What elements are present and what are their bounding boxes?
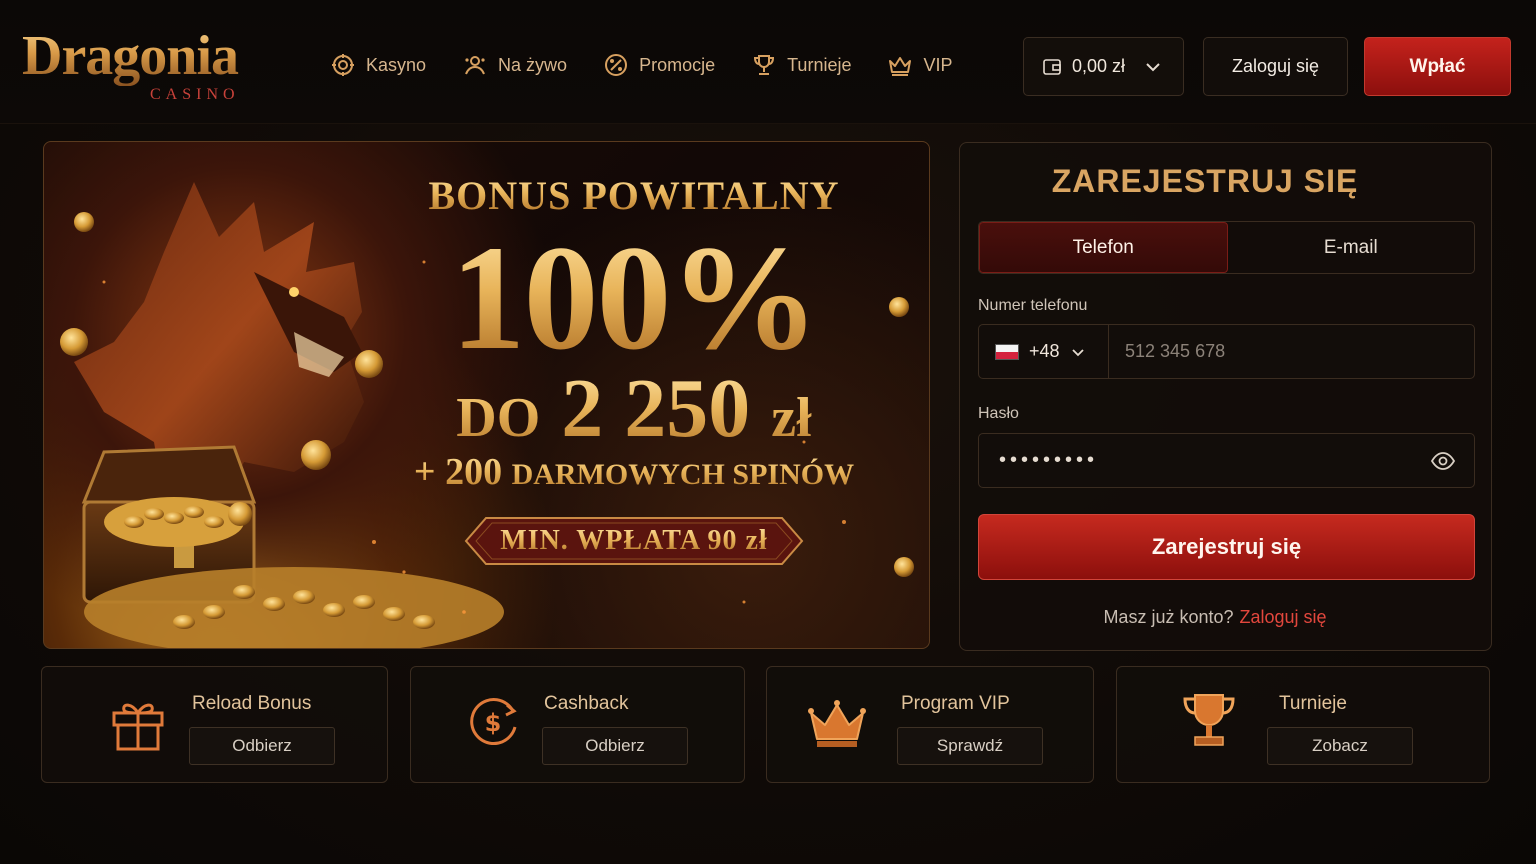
promo-card-reload[interactable]: Reload Bonus Odbierz [41, 666, 388, 783]
crown-icon [889, 57, 912, 76]
password-input[interactable] [979, 449, 1430, 472]
promo-card-vip[interactable]: Program VIP Sprawdź [766, 666, 1094, 783]
login-button[interactable]: Zaloguj się [1203, 37, 1348, 96]
promo-card-tournaments[interactable]: Turnieje Zobacz [1116, 666, 1490, 783]
crown-icon [808, 700, 866, 747]
check-button[interactable]: Sprawdź [897, 727, 1043, 765]
nav-item-kasyno[interactable]: Kasyno [330, 48, 426, 82]
register-panel: ZAREJESTRUJ SIĘ Telefon E-mail Numer tel… [959, 142, 1492, 651]
have-account-text: Masz już konto? [1103, 607, 1234, 627]
main-nav: Kasyno Na żywo Promocje Turnieje VIP [330, 48, 989, 82]
welcome-bonus-banner[interactable]: BONUS POWITALNY 100% DO 2 250 zł + 200 D… [43, 141, 930, 649]
nav-label: Turnieje [787, 54, 852, 75]
balance-dropdown[interactable]: 0,00 zł [1023, 37, 1184, 96]
login-link[interactable]: Zaloguj się [1240, 607, 1327, 627]
phone-label: Numer telefonu [978, 297, 1088, 314]
promo-card-cashback[interactable]: $ Cashback Odbierz [410, 666, 745, 783]
password-field [978, 433, 1475, 488]
promo-title: Turnieje [1279, 693, 1347, 714]
bonus-amount-prefix: DO [456, 387, 541, 449]
min-deposit-badge: MIN. WPŁATA 90 zł [464, 516, 804, 566]
phone-field: +48 [978, 324, 1475, 379]
register-method-tabs: Telefon E-mail [978, 221, 1475, 274]
promo-title: Reload Bonus [192, 693, 312, 714]
promo-icon [605, 54, 628, 76]
brand-name: Dragonia [22, 26, 262, 86]
nav-label: Na żywo [498, 54, 568, 75]
free-spins-count: + 200 [413, 451, 503, 493]
bonus-amount-value: 2 250 [561, 362, 751, 455]
register-button[interactable]: Zarejestruj się [978, 514, 1475, 580]
min-deposit-text: MIN. WPŁATA 90 zł [500, 525, 768, 556]
balance-value: 0,00 zł [1072, 56, 1126, 76]
eye-icon[interactable] [1430, 448, 1456, 474]
nav-item-vip[interactable]: VIP [887, 48, 953, 82]
phone-input[interactable] [1109, 325, 1474, 378]
register-title: ZAREJESTRUJ SIĘ [1051, 163, 1359, 199]
bonus-amount-currency: zł [771, 387, 812, 449]
wallet-icon [1043, 58, 1061, 75]
bonus-headline: BONUS POWITALNY [374, 172, 894, 219]
nav-item-turnieje[interactable]: Turnieje [751, 48, 851, 82]
view-button[interactable]: Zobacz [1267, 727, 1413, 765]
svg-text:$: $ [485, 709, 502, 737]
bonus-amount: DO 2 250 zł [374, 364, 894, 463]
password-label: Hasło [978, 405, 1019, 422]
tab-telefon[interactable]: Telefon [979, 222, 1228, 273]
brand-subtitle: CASINO [150, 86, 240, 103]
promo-title: Program VIP [901, 693, 1010, 714]
nav-label: Promocje [639, 54, 716, 75]
country-code-select[interactable]: +48 [979, 325, 1109, 378]
nav-item-promocje[interactable]: Promocje [603, 48, 715, 82]
chevron-down-icon [1146, 62, 1160, 71]
nav-label: VIP [923, 54, 953, 75]
poland-flag-icon [995, 343, 1019, 360]
deposit-button[interactable]: Wpłać [1364, 37, 1511, 96]
trophy-icon [754, 55, 775, 75]
country-code: +48 [1029, 341, 1060, 361]
claim-button[interactable]: Odbierz [542, 727, 688, 765]
trophy-icon [1183, 694, 1235, 746]
free-spins-label: DARMOWYCH SPINÓW [511, 458, 855, 491]
login-prompt: Masz już konto? Zaloguj się [960, 607, 1470, 628]
gift-icon [112, 703, 164, 751]
chevron-down-icon [1071, 348, 1084, 356]
claim-button[interactable]: Odbierz [189, 727, 335, 765]
chip-icon [332, 54, 354, 76]
bonus-percent: 100% [374, 218, 894, 378]
nav-item-na-zywo[interactable]: Na żywo [462, 48, 567, 82]
bonus-text: BONUS POWITALNY 100% DO 2 250 zł + 200 D… [374, 142, 894, 648]
free-spins: + 200 DARMOWYCH SPINÓW [374, 450, 894, 497]
live-dealer-icon [465, 56, 485, 75]
tab-email[interactable]: E-mail [1228, 222, 1475, 273]
brand-logo[interactable]: Dragonia CASINO [22, 26, 262, 108]
top-header: Dragonia CASINO Kasyno Na żywo Promocje … [0, 0, 1536, 124]
cashback-icon: $ [470, 698, 517, 745]
promo-title: Cashback [544, 693, 629, 714]
nav-label: Kasyno [366, 54, 427, 75]
